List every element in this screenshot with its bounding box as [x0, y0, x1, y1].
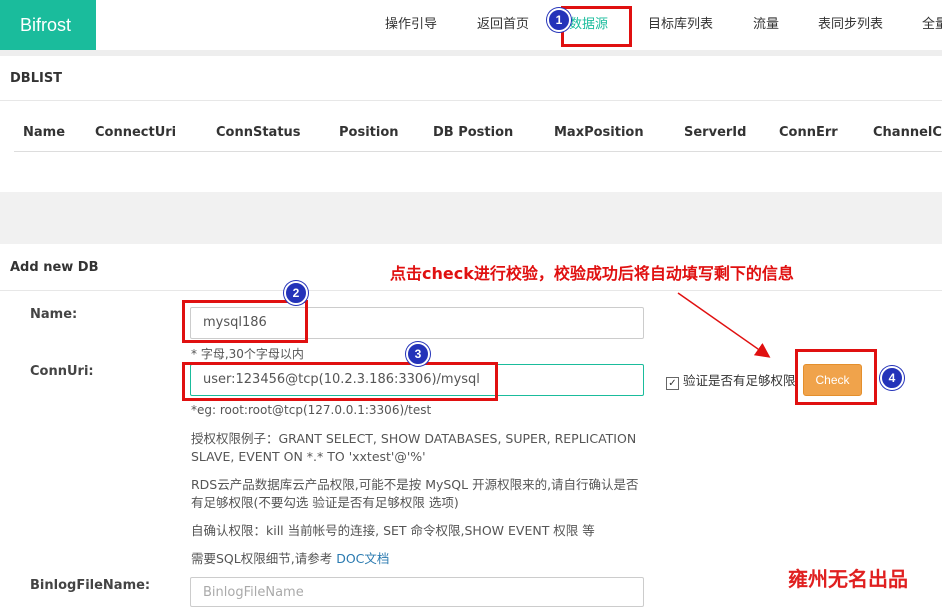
arrow-line	[677, 292, 771, 358]
annotation-arrow	[677, 292, 771, 358]
watermark-text: 雍州无名出品	[788, 567, 908, 591]
